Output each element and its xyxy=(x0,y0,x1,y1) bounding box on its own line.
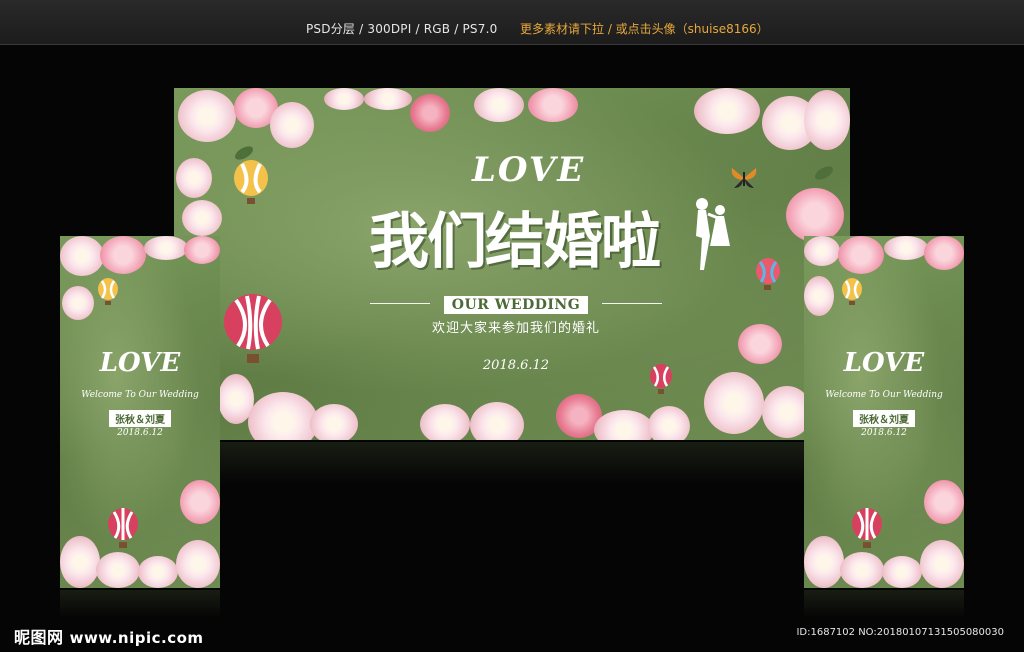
hot-air-balloon xyxy=(840,278,864,308)
flower-decoration xyxy=(180,480,220,524)
flower-decoration xyxy=(248,392,318,440)
flower-decoration xyxy=(840,552,884,588)
hot-air-balloon xyxy=(106,508,140,550)
more-materials-link[interactable]: 更多素材请下拉 / 或点击头像（shuise8166） xyxy=(520,20,769,37)
love-heading: LOVE xyxy=(843,348,925,378)
board-reflection xyxy=(174,442,850,502)
flower-decoration xyxy=(324,88,364,110)
couple-names: 张秋＆刘夏 xyxy=(853,410,915,427)
flower-decoration xyxy=(738,324,782,364)
flower-decoration xyxy=(178,90,236,142)
flower-decoration xyxy=(60,536,100,588)
flower-decoration xyxy=(176,540,220,588)
butterfly-icon xyxy=(730,166,758,194)
flower-decoration xyxy=(182,200,222,236)
main-title: 我们结婚啦 xyxy=(369,207,661,277)
right-side-board: LOVE Welcome To Our Wedding 张秋＆刘夏 2018.6… xyxy=(804,236,964,588)
flower-decoration xyxy=(528,88,578,122)
flower-decoration xyxy=(100,236,146,274)
flower-decoration xyxy=(838,236,884,274)
leaf-decoration xyxy=(812,163,836,183)
wedding-date: 2018.6.12 xyxy=(482,358,550,373)
flower-decoration xyxy=(924,480,964,524)
flower-decoration xyxy=(704,372,764,434)
divider-line xyxy=(602,303,662,304)
our-wedding-label: OUR WEDDING xyxy=(443,296,589,314)
welcome-text: Welcome To Our Wedding xyxy=(81,390,199,400)
flower-decoration xyxy=(804,236,840,266)
welcome-text: Welcome To Our Wedding xyxy=(825,390,943,400)
flower-decoration xyxy=(694,88,760,134)
hot-air-balloon xyxy=(232,160,270,208)
flower-decoration xyxy=(474,88,524,122)
welcome-text: 欢迎大家来参加我们的婚礼 xyxy=(431,321,600,336)
flower-decoration xyxy=(138,556,178,588)
nipic-logo[interactable]: 昵图网 www.nipic.com xyxy=(14,624,204,648)
flower-decoration xyxy=(310,404,358,440)
flower-decoration xyxy=(184,236,220,264)
love-heading: LOVE xyxy=(99,348,181,378)
our-wedding-banner: OUR WEDDING xyxy=(436,294,596,314)
logo-cn-text: 昵图网 xyxy=(14,628,64,647)
flower-decoration xyxy=(270,102,314,148)
wedding-date: 2018.6.12 xyxy=(861,428,907,438)
top-bar: PSD分层 / 300DPI / RGB / PS7.0 更多素材请下拉 / 或… xyxy=(0,0,1024,45)
flower-decoration xyxy=(410,94,450,132)
names-banner: 张秋＆刘夏 xyxy=(60,408,220,427)
hot-air-balloon xyxy=(754,258,782,292)
flower-decoration xyxy=(176,158,212,198)
flower-decoration xyxy=(924,236,964,270)
flower-decoration xyxy=(804,276,834,316)
flower-decoration xyxy=(594,410,654,440)
hot-air-balloon xyxy=(850,508,884,550)
file-spec-text: PSD分层 / 300DPI / RGB / PS7.0 xyxy=(306,22,498,36)
hot-air-balloon xyxy=(222,294,284,366)
flower-decoration xyxy=(804,536,844,588)
image-id-text: ID:1687102 NO:20180107131505080030 xyxy=(796,627,1004,638)
main-backdrop-board: LOVE 我们结婚啦 OUR WEDDING 欢迎大家来参加我们的婚礼 2018… xyxy=(174,88,850,440)
flower-decoration xyxy=(786,188,844,242)
flower-decoration xyxy=(144,236,188,260)
couple-names: 张秋＆刘夏 xyxy=(109,410,171,427)
flower-decoration xyxy=(60,236,104,276)
flower-decoration xyxy=(470,402,524,440)
hot-air-balloon xyxy=(648,364,674,396)
flower-decoration xyxy=(920,540,964,588)
flower-decoration xyxy=(420,404,470,440)
flower-decoration xyxy=(364,88,412,110)
flower-decoration xyxy=(648,406,690,440)
flower-decoration xyxy=(62,286,94,320)
flower-decoration xyxy=(96,552,140,588)
wedding-date: 2018.6.12 xyxy=(117,428,163,438)
divider-line xyxy=(370,303,430,304)
love-heading: LOVE xyxy=(472,150,586,190)
hot-air-balloon xyxy=(96,278,120,308)
logo-site-text: www.nipic.com xyxy=(69,629,204,647)
board-reflection xyxy=(804,590,964,630)
names-banner: 张秋＆刘夏 xyxy=(804,408,964,427)
flower-decoration xyxy=(884,236,928,260)
flower-decoration xyxy=(882,556,922,588)
flower-decoration xyxy=(804,90,850,150)
left-side-board: LOVE Welcome To Our Wedding 张秋＆刘夏 2018.6… xyxy=(60,236,220,588)
